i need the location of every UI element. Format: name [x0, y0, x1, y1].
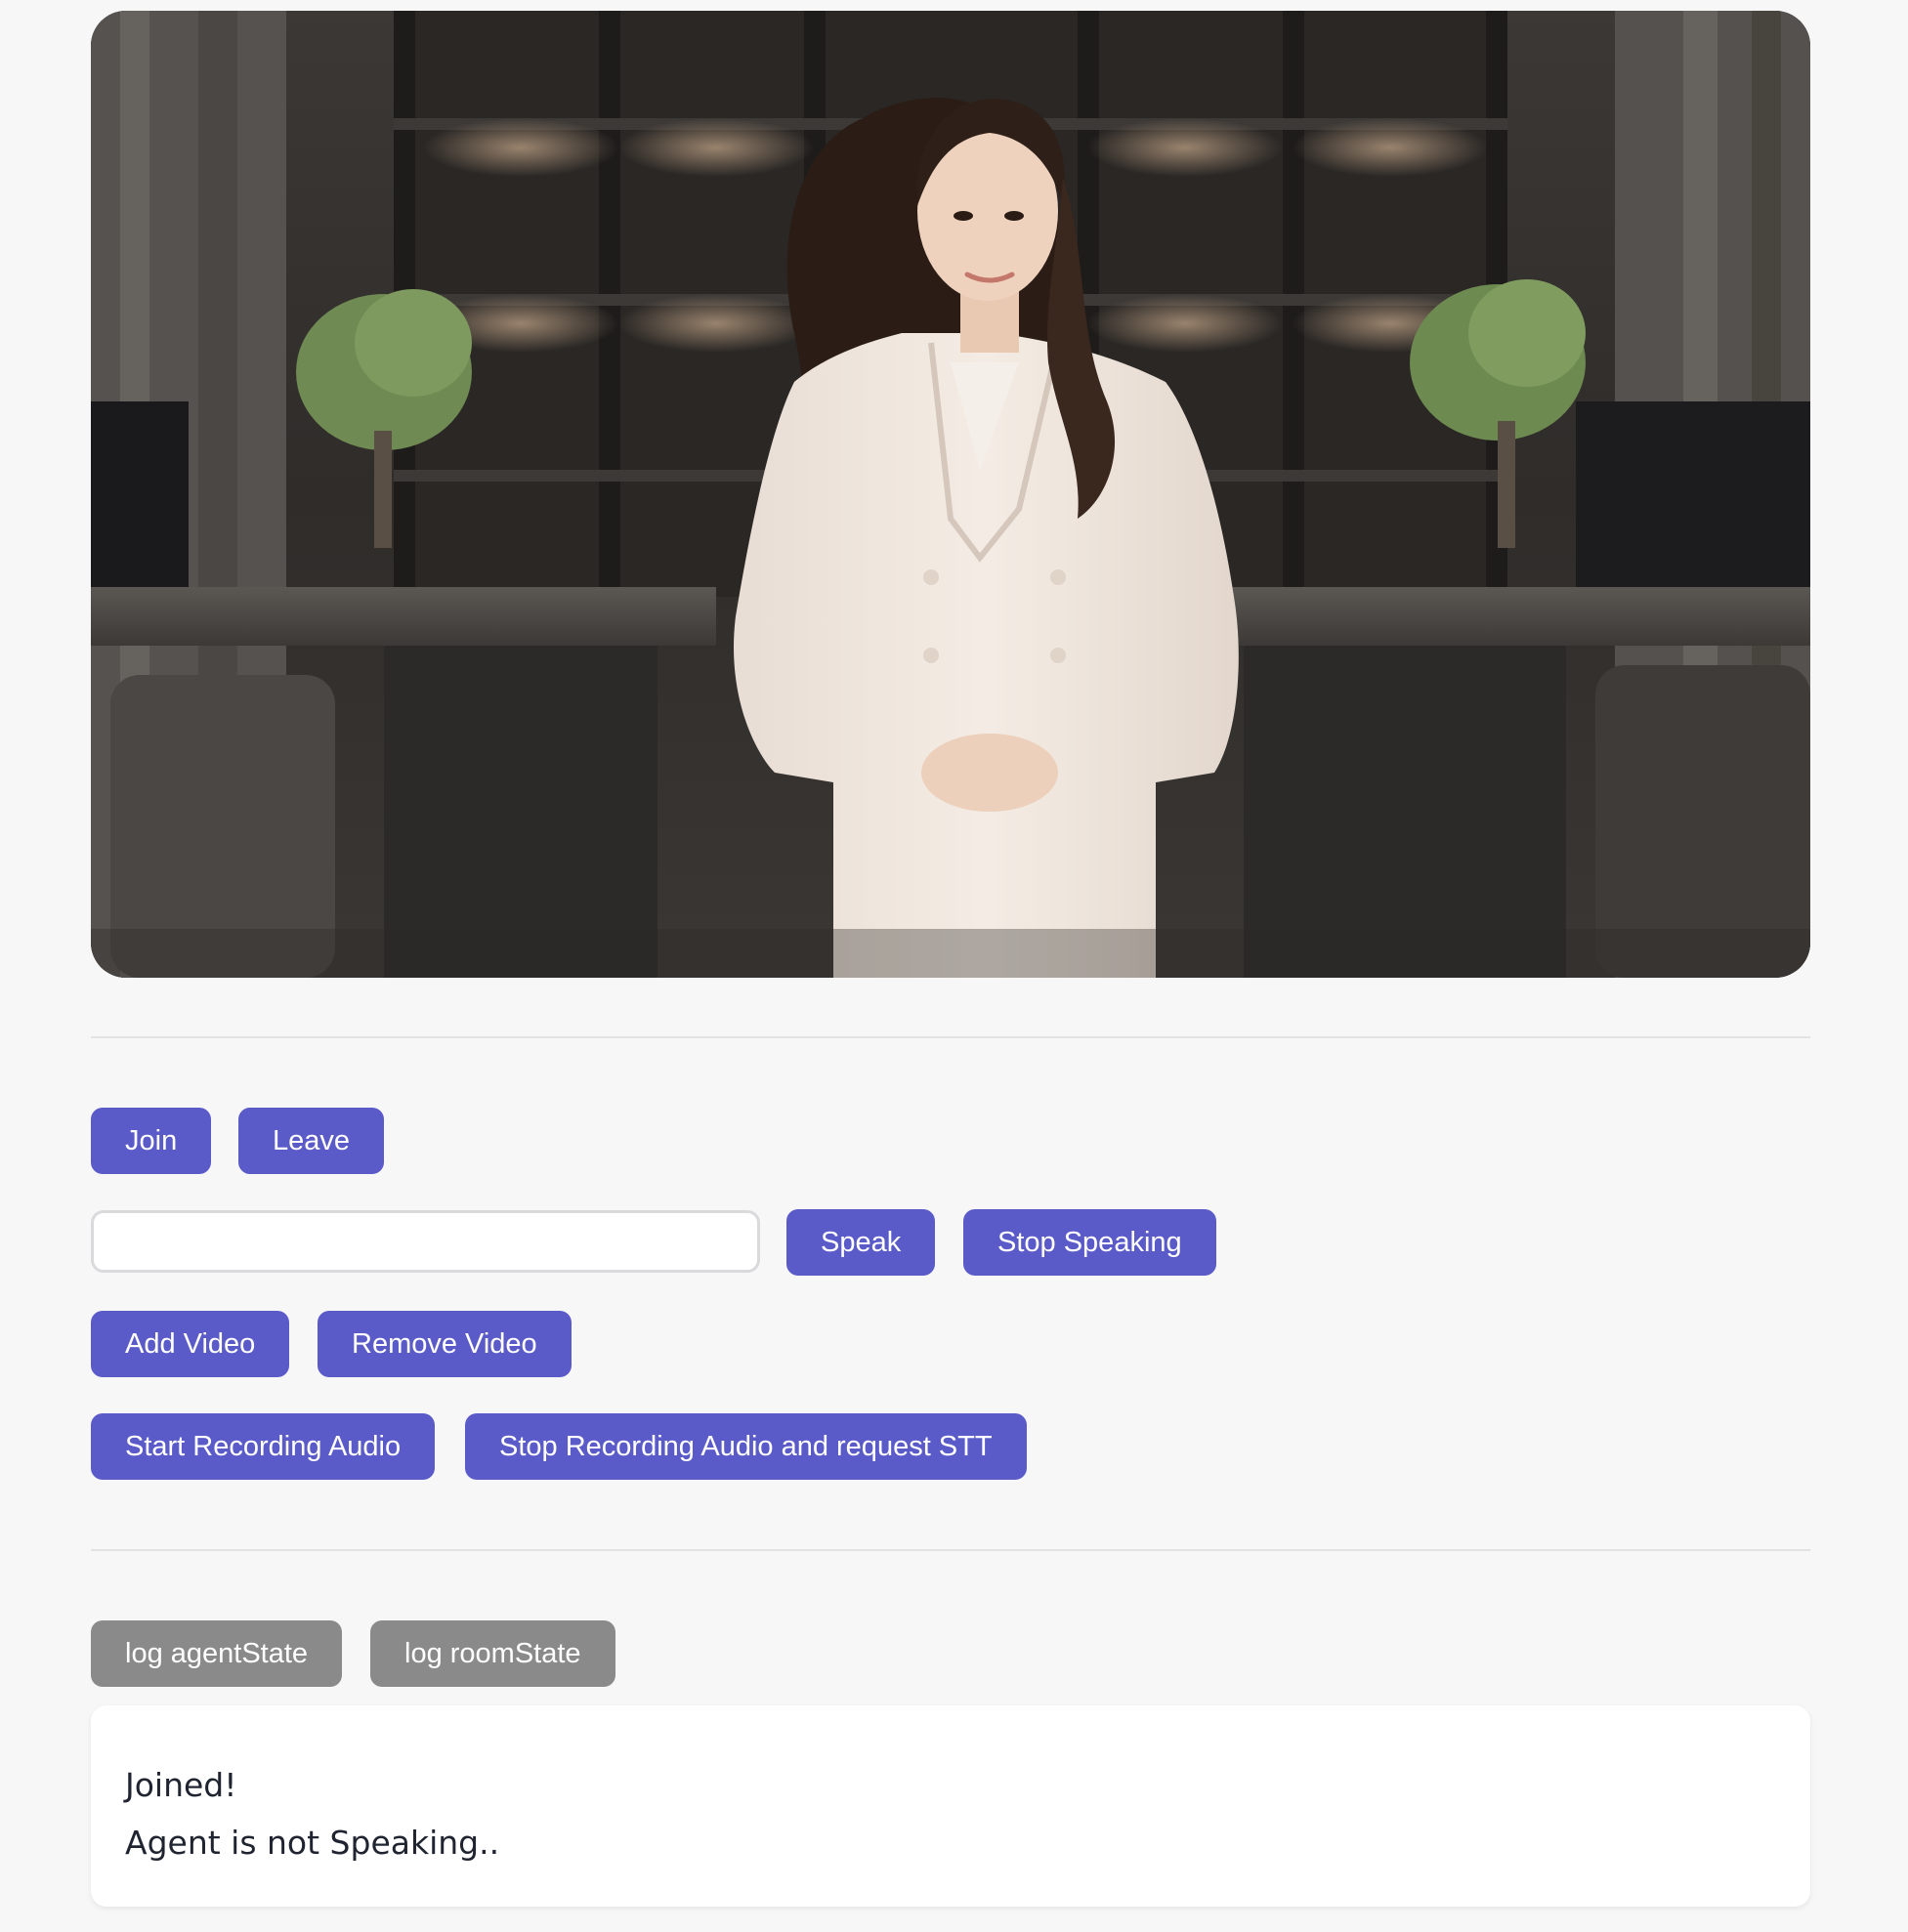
- join-button[interactable]: Join: [91, 1108, 212, 1174]
- log-agent-state-button[interactable]: log agentState: [91, 1620, 343, 1687]
- avatar-video-scene: [91, 11, 1810, 978]
- status-log-panel: Joined! Agent is not Speaking..: [91, 1705, 1810, 1907]
- speak-button[interactable]: Speak: [786, 1209, 936, 1276]
- log-room-state-button[interactable]: log roomState: [370, 1620, 615, 1687]
- start-recording-audio-button[interactable]: Start Recording Audio: [91, 1413, 436, 1480]
- avatar-video: [91, 11, 1810, 978]
- status-line-agent-speaking: Agent is not Speaking..: [125, 1824, 500, 1862]
- leave-button[interactable]: Leave: [238, 1108, 385, 1174]
- status-line-joined: Joined!: [125, 1766, 237, 1804]
- add-video-button[interactable]: Add Video: [91, 1311, 290, 1377]
- stop-recording-audio-button[interactable]: Stop Recording Audio and request STT: [465, 1413, 1027, 1480]
- page: Join Leave Speak Stop Speaking Add Video…: [0, 0, 1908, 1932]
- remove-video-button[interactable]: Remove Video: [318, 1311, 572, 1377]
- stop-speaking-button[interactable]: Stop Speaking: [963, 1209, 1216, 1276]
- divider-bottom: [91, 1549, 1810, 1551]
- divider-top: [91, 1036, 1810, 1038]
- speak-text-input[interactable]: [91, 1210, 760, 1273]
